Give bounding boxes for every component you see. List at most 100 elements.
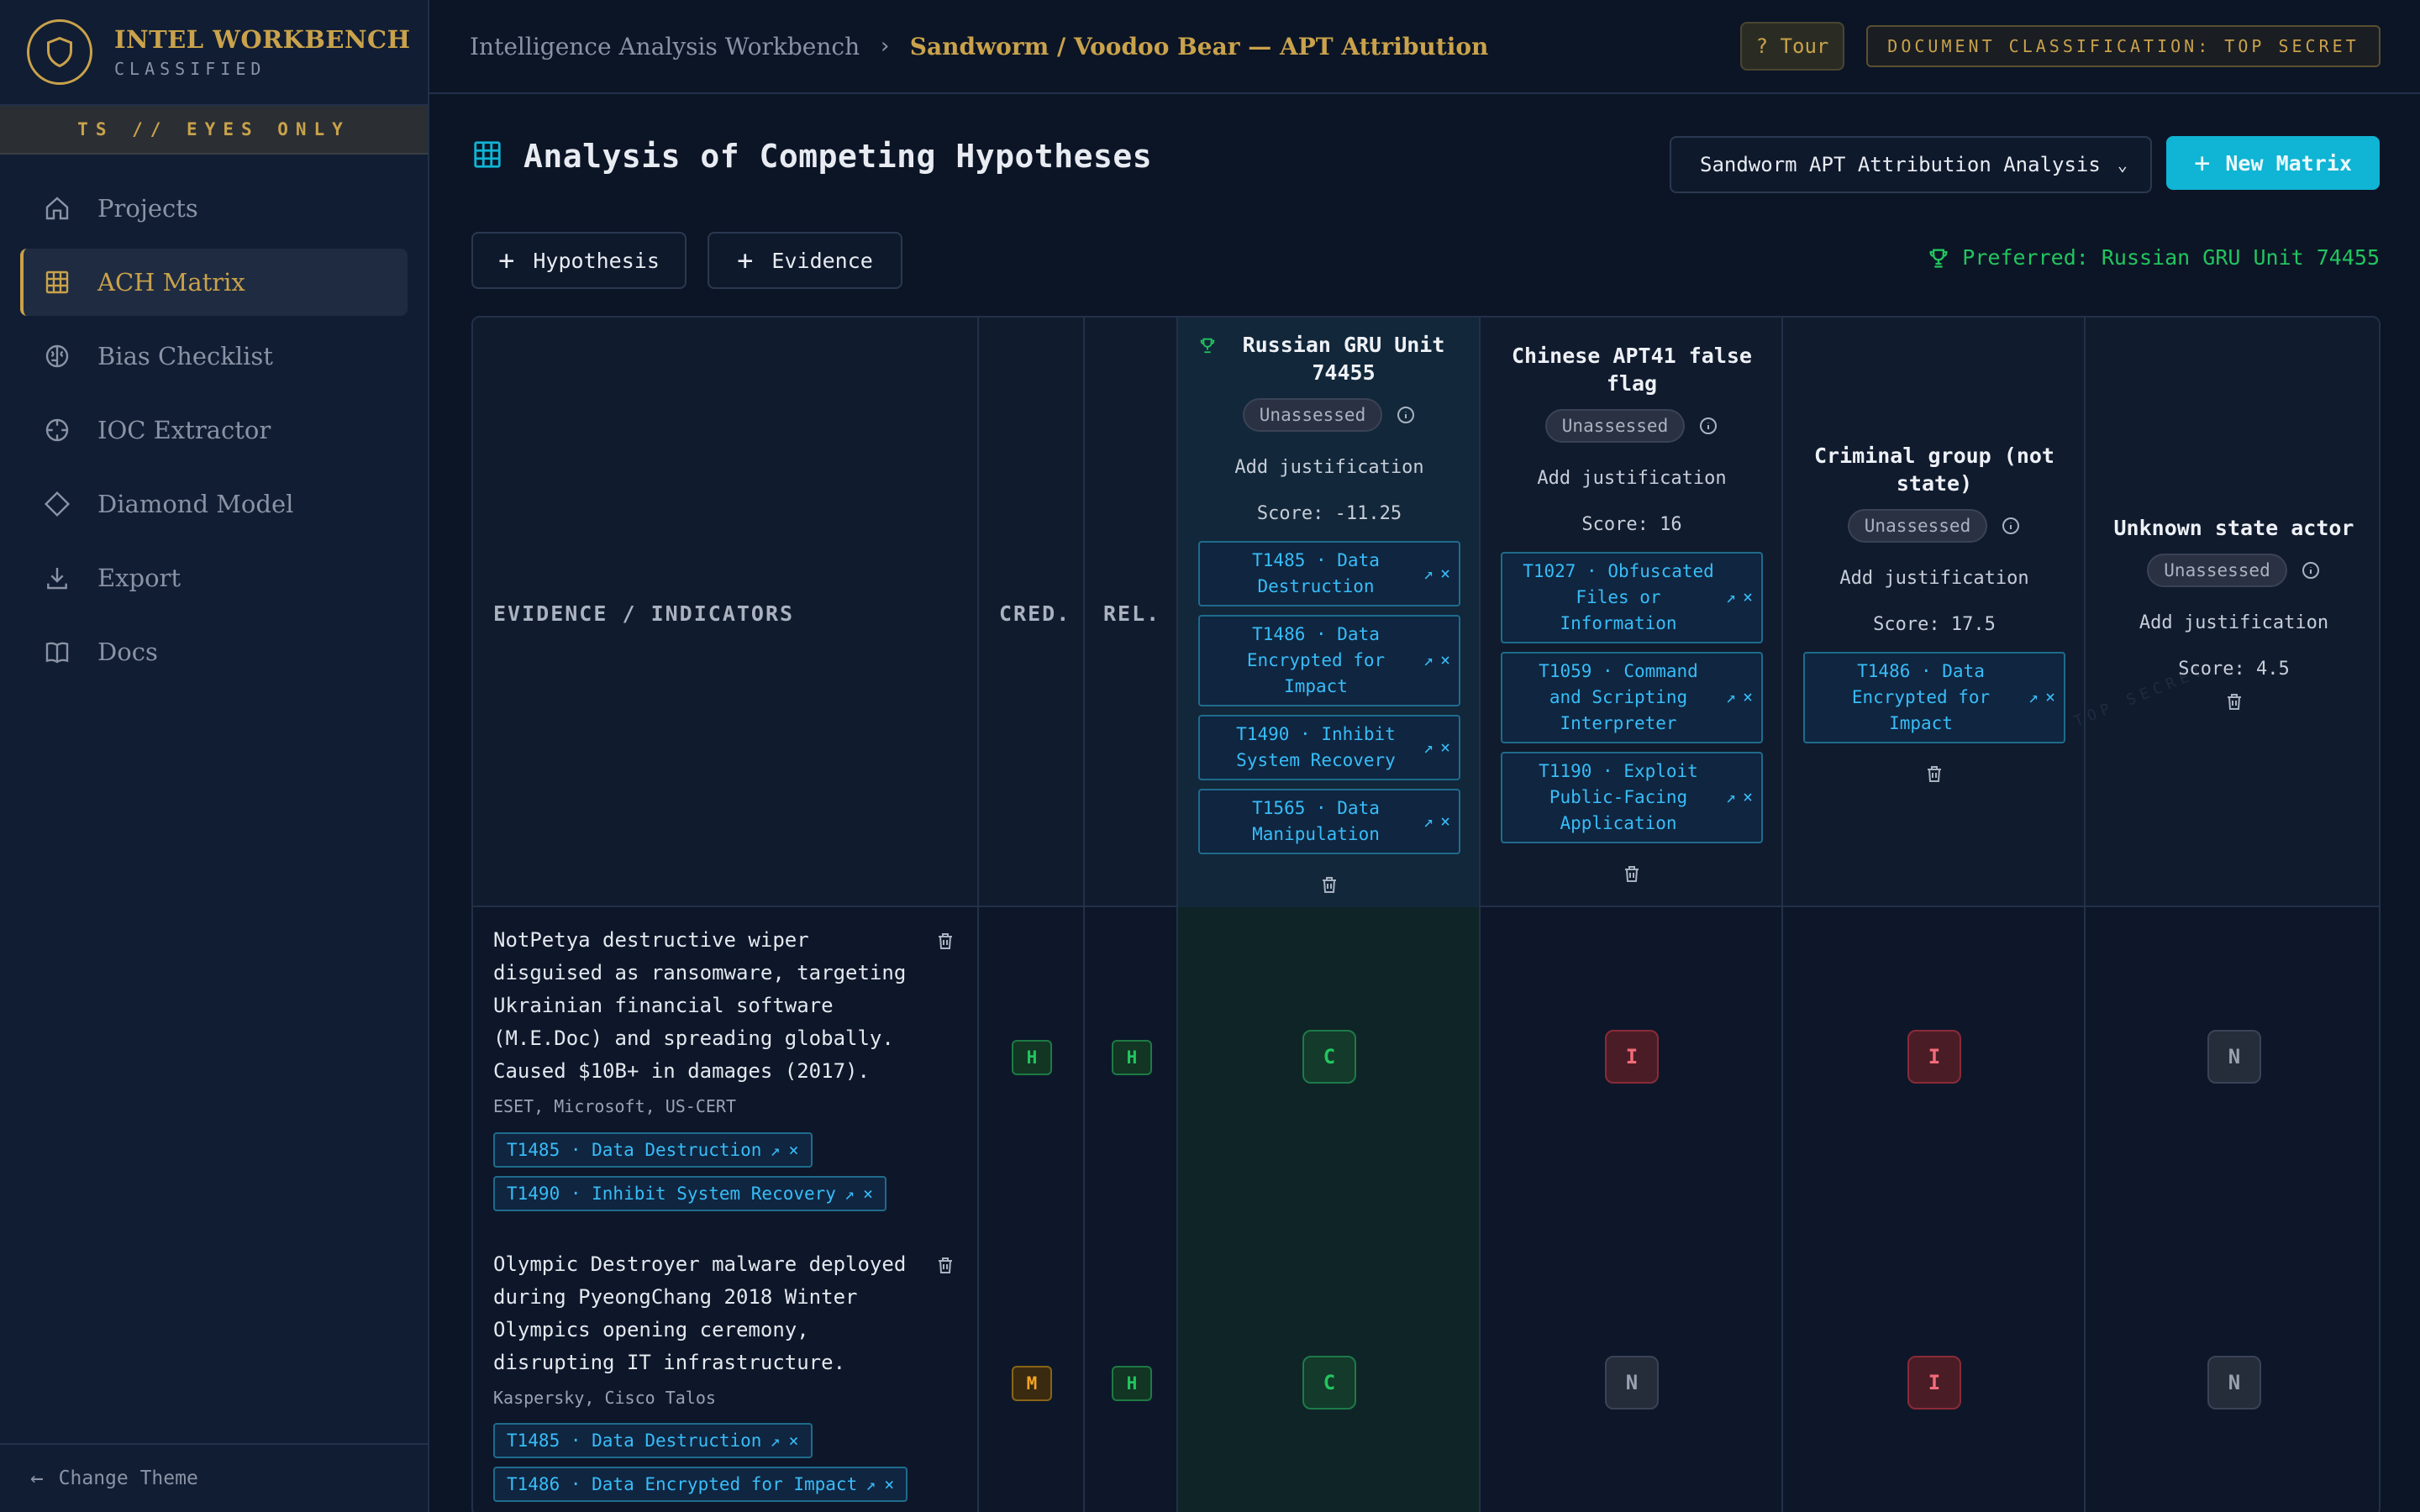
close-icon[interactable]: ×: [1743, 685, 1753, 711]
technique-tag[interactable]: T1565 · Data Manipulation ↗ ×: [1198, 788, 1460, 854]
close-icon[interactable]: ×: [1440, 560, 1450, 586]
technique-tag[interactable]: T1490 · Inhibit System Recovery ↗ ×: [493, 1176, 887, 1211]
consistency-cell[interactable]: I: [1907, 1030, 1961, 1084]
consistency-cell[interactable]: C: [1302, 1356, 1356, 1410]
external-link-icon[interactable]: ↗: [1726, 585, 1736, 611]
change-theme-button[interactable]: ← Change Theme: [0, 1443, 428, 1512]
external-link-icon[interactable]: ↗: [1726, 785, 1736, 811]
breadcrumb-current: Sandworm / Voodoo Bear — APT Attribution: [909, 32, 1489, 60]
consistency-cell[interactable]: C: [1302, 1030, 1356, 1084]
sidebar-nav: Projects ACH Matrix Bias Checklist IOC E…: [0, 155, 428, 685]
status-badge[interactable]: Unassessed: [1242, 397, 1383, 432]
consistency-cell[interactable]: I: [1907, 1356, 1961, 1410]
close-icon[interactable]: ×: [1440, 808, 1450, 834]
plus-icon: +: [737, 244, 754, 276]
close-icon[interactable]: ×: [1743, 585, 1753, 611]
sidebar-item-export[interactable]: Export: [20, 544, 408, 612]
hypothesis-column: Criminal group (not state) Unassessed Ad…: [1783, 318, 2086, 907]
evidence-text[interactable]: Olympic Destroyer malware deployed durin…: [493, 1248, 930, 1379]
technique-tag[interactable]: T1190 · Exploit Public-Facing Applicatio…: [1501, 751, 1763, 843]
external-link-icon[interactable]: ↗: [770, 1140, 780, 1160]
technique-tag[interactable]: T1490 · Inhibit System Recovery ↗ ×: [1198, 714, 1460, 780]
brain-icon: [42, 341, 72, 371]
evidence-text[interactable]: NotPetya destructive wiper disguised as …: [493, 924, 930, 1088]
trash-icon[interactable]: [935, 931, 955, 951]
app-title: INTEL WORKBENCH: [114, 25, 411, 54]
close-icon[interactable]: ×: [884, 1474, 894, 1494]
technique-tag[interactable]: T1027 · Obfuscated Files or Information ↗…: [1501, 551, 1763, 643]
close-icon[interactable]: ×: [788, 1140, 798, 1160]
close-icon[interactable]: ×: [1743, 785, 1753, 811]
technique-tag[interactable]: T1485 · Data Destruction ↗ ×: [493, 1132, 813, 1168]
technique-tag[interactable]: T1485 · Data Destruction ↗ ×: [493, 1423, 813, 1458]
external-link-icon[interactable]: ↗: [1423, 560, 1434, 586]
new-matrix-button[interactable]: + New Matrix: [2166, 136, 2380, 190]
external-link-icon[interactable]: ↗: [1423, 648, 1434, 674]
relevance-column-header[interactable]: REL.: [1103, 601, 1160, 626]
technique-tag[interactable]: T1486 · Data Encrypted for Impact ↗ ×: [493, 1467, 908, 1502]
credibility-rating[interactable]: H: [1012, 1040, 1052, 1075]
technique-tag[interactable]: T1486 · Data Encrypted for Impact ↗ ×: [1803, 651, 2065, 743]
external-link-icon[interactable]: ↗: [1726, 685, 1736, 711]
external-link-icon[interactable]: ↗: [1423, 734, 1434, 760]
close-icon[interactable]: ×: [1440, 648, 1450, 674]
consistency-cell[interactable]: I: [1605, 1030, 1659, 1084]
consistency-cell[interactable]: N: [2207, 1030, 2261, 1084]
trash-icon[interactable]: [1319, 874, 1339, 895]
technique-tag[interactable]: T1485 · Data Destruction ↗ ×: [1198, 540, 1460, 606]
add-justification-link[interactable]: Add justification: [2139, 612, 2328, 633]
technique-tag[interactable]: T1059 · Command and Scripting Interprete…: [1501, 651, 1763, 743]
app-subtitle: CLASSIFIED: [114, 59, 266, 79]
hypothesis-title[interactable]: Unknown state actor: [2114, 514, 2354, 542]
technique-tag[interactable]: T1486 · Data Encrypted for Impact ↗ ×: [1198, 614, 1460, 706]
sidebar-item-docs[interactable]: Docs: [20, 618, 408, 685]
chevron-down-icon: ⌄: [2117, 155, 2128, 175]
external-link-icon[interactable]: ↗: [1423, 808, 1434, 834]
add-evidence-button[interactable]: + Evidence: [708, 232, 902, 289]
grid-icon: [471, 139, 503, 174]
sidebar-item-diamond-model[interactable]: Diamond Model: [20, 470, 408, 538]
hypothesis-title[interactable]: Criminal group (not state): [1803, 442, 2065, 497]
consistency-cell[interactable]: N: [1605, 1356, 1659, 1410]
status-badge[interactable]: Unassessed: [2147, 553, 2287, 587]
external-link-icon[interactable]: ↗: [2028, 685, 2039, 711]
close-icon[interactable]: ×: [1440, 734, 1450, 760]
matrix-selector-dropdown[interactable]: Sandworm APT Attribution Analysis ⌄: [1670, 136, 2152, 193]
hypothesis-score: Score: 17.5: [1873, 613, 1996, 635]
add-justification-link[interactable]: Add justification: [1537, 468, 1726, 489]
sidebar-item-projects[interactable]: Projects: [20, 175, 408, 242]
add-hypothesis-button[interactable]: + Hypothesis: [471, 232, 687, 289]
tour-button[interactable]: ? Tour: [1740, 22, 1844, 71]
relevance-rating[interactable]: H: [1112, 1040, 1152, 1075]
close-icon[interactable]: ×: [863, 1184, 873, 1204]
credibility-column-header[interactable]: CRED.: [999, 601, 1071, 626]
sidebar-item-ioc-extractor[interactable]: IOC Extractor: [20, 396, 408, 464]
trash-icon[interactable]: [935, 1255, 955, 1275]
add-justification-link[interactable]: Add justification: [1234, 457, 1423, 478]
sidebar-item-label: Projects: [97, 194, 198, 223]
add-justification-link[interactable]: Add justification: [1839, 568, 2028, 589]
relevance-rating[interactable]: H: [1112, 1366, 1152, 1401]
grid-icon: [42, 267, 72, 297]
trash-icon[interactable]: [1924, 764, 1944, 784]
consistency-cell[interactable]: N: [2207, 1356, 2261, 1410]
sidebar: INTEL WORKBENCH CLASSIFIED TS // EYES ON…: [0, 0, 429, 1512]
status-badge[interactable]: Unassessed: [1847, 508, 1988, 543]
download-icon: [42, 563, 72, 593]
close-icon[interactable]: ×: [788, 1431, 798, 1451]
close-icon[interactable]: ×: [2045, 685, 2055, 711]
hypothesis-title[interactable]: Russian GRU Unit 74455: [1227, 331, 1460, 386]
hypothesis-title[interactable]: Chinese APT41 false flag: [1501, 342, 1763, 397]
trophy-icon: [1200, 338, 1215, 353]
trash-icon[interactable]: [2224, 691, 2244, 711]
sidebar-item-bias-checklist[interactable]: Bias Checklist: [20, 323, 408, 390]
change-theme-label: Change Theme: [58, 1467, 198, 1489]
external-link-icon[interactable]: ↗: [770, 1431, 780, 1451]
trash-icon[interactable]: [1622, 864, 1642, 884]
external-link-icon[interactable]: ↗: [865, 1474, 876, 1494]
credibility-rating[interactable]: M: [1012, 1366, 1052, 1401]
external-link-icon[interactable]: ↗: [844, 1184, 855, 1204]
breadcrumb-root[interactable]: Intelligence Analysis Workbench: [470, 33, 860, 60]
sidebar-item-ach-matrix[interactable]: ACH Matrix: [20, 249, 408, 316]
status-badge[interactable]: Unassessed: [1544, 408, 1686, 443]
